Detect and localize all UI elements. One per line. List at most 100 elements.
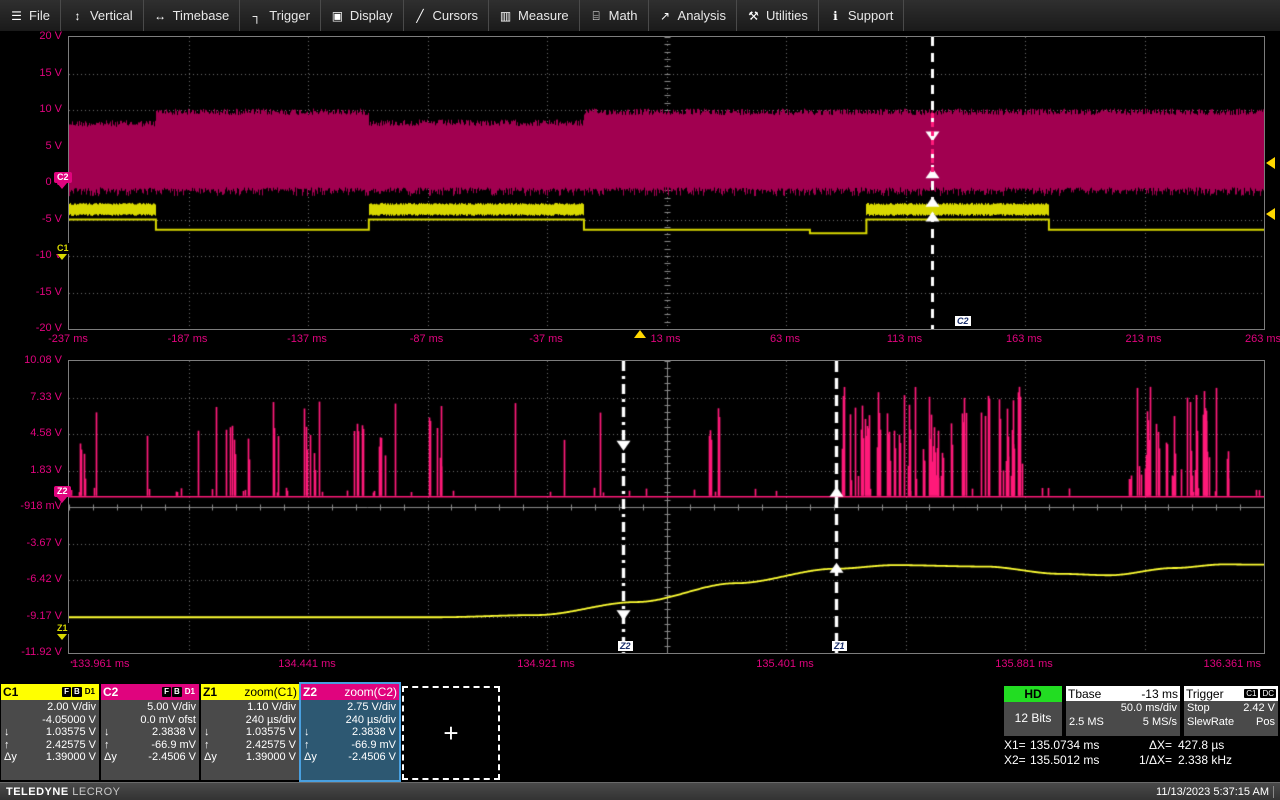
descriptor-line: ↓ 1.03575 V <box>4 726 96 739</box>
zoom-range-start-arrow: ← <box>68 653 80 667</box>
add-trace-button[interactable]: + <box>402 686 500 780</box>
x1-label: X1= <box>1004 738 1026 752</box>
descriptor-line: 240 µs/div <box>304 714 396 727</box>
descriptor-line-value: 1.03575 V <box>45 726 96 738</box>
upper-x-axis-label: -137 ms <box>287 333 327 345</box>
channel-marker-c1[interactable]: C1 <box>54 243 72 254</box>
lower-y-axis-label: -3.67 V <box>26 536 62 549</box>
upper-x-axis-label: 63 ms <box>770 333 800 345</box>
descriptor-line-label <box>104 714 116 727</box>
lower-x-axis-label: 136.361 ms <box>1203 658 1261 670</box>
descriptor-line-value: -2.4506 V <box>348 751 396 763</box>
descriptor-line-value: 240 µs/div <box>245 713 296 726</box>
zoom-marker-z1[interactable]: Z1 <box>54 623 71 634</box>
upper-y-axis-label: -5 V <box>41 212 62 225</box>
descriptor-line-label: Δy <box>104 751 117 763</box>
lower-cursor-tag-z2[interactable]: Z2 <box>618 641 633 651</box>
trigger-state: Stop <box>1187 702 1210 714</box>
descriptor-line: Δy 1.39000 V <box>204 751 296 764</box>
descriptor-title: C2 <box>103 685 119 699</box>
descriptor-line-label: ↑ <box>104 738 110 751</box>
descriptor-line: Δy -2.4506 V <box>304 751 396 764</box>
x2-value: 135.5012 ms <box>1030 753 1100 767</box>
brand-logo: TELEDYNE LECROY <box>6 786 121 798</box>
brand-teledyne: TELEDYNE <box>6 785 69 798</box>
brand-lecroy: LECROY <box>72 785 121 798</box>
lower-x-axis-label: 133.961 ms <box>72 658 130 670</box>
trigger-position-marker[interactable] <box>634 330 646 338</box>
upper-x-axis-label: -237 ms <box>48 333 88 345</box>
descriptor-header: Z1 zoom(C1) <box>201 684 299 700</box>
zoom-marker-z2[interactable]: Z2 <box>54 486 71 497</box>
descriptor-line: ↓ 1.03575 V <box>204 726 296 739</box>
descriptor-badge: B <box>71 687 82 697</box>
timebase-box[interactable]: Tbase -13 ms 50.0 ms/div 2.5 MS 5 MS/s <box>1066 686 1180 736</box>
descriptor-z2[interactable]: Z2 zoom(C2) 2.75 V/div 240 µs/div ↓ 2.3838 V ↑… <box>299 682 401 782</box>
descriptor-line: ↑ -66.9 mV <box>304 739 396 752</box>
lower-y-axis-label: 4.58 V <box>30 427 62 439</box>
descriptor-line-value: 1.10 V/div <box>247 701 296 713</box>
descriptor-line-label: ↑ <box>304 738 310 751</box>
descriptor-line-value: -66.9 mV <box>351 738 396 751</box>
descriptor-subtitle: zoom(C1) <box>244 685 297 699</box>
trigger-box[interactable]: Trigger C1 DC Stop 2.42 V SlewRate Pos <box>1184 686 1278 736</box>
descriptor-body: 1.10 V/div 240 µs/div ↓ 1.03575 V ↑ 2.42575 V… <box>201 700 299 764</box>
right-edge-level-marker-2[interactable] <box>1266 208 1275 220</box>
descriptor-line-value: 2.42575 V <box>245 738 296 751</box>
descriptor-line-label: Δy <box>4 751 17 763</box>
descriptor-c2[interactable]: C2 F B D1 5.00 V/div 0.0 mV ofst ↓ 2.3838 V ↑ -66… <box>101 684 199 780</box>
timebase-scale: 50.0 ms/div <box>1120 702 1177 714</box>
descriptor-line-value: 2.3838 V <box>351 726 396 738</box>
upper-x-axis-label: 263 ms <box>1244 333 1280 345</box>
lower-cursor-tag-z1[interactable]: Z1 <box>832 641 847 651</box>
descriptor-line-value: 2.75 V/div <box>347 701 396 713</box>
z1-ground-marker <box>57 634 67 640</box>
timebase-delay: -13 ms <box>1141 686 1178 701</box>
upper-x-axis-label: 13 ms <box>650 333 681 345</box>
trigger-coupling-badge: DC <box>1260 689 1276 698</box>
lower-y-axis-label: -6.42 V <box>26 573 62 585</box>
descriptor-line-label: ↓ <box>204 726 210 738</box>
descriptor-c1[interactable]: C1 F B D1 2.00 V/div -4.05000 V ↓ 1.03575 V ↑ 2.4… <box>1 684 99 780</box>
trigger-type: SlewRate <box>1187 716 1235 728</box>
descriptor-line-label <box>204 714 216 727</box>
descriptor-title: C1 <box>3 685 19 699</box>
timebase-sample-rate: 5 MS/s <box>1142 716 1177 728</box>
descriptor-z1[interactable]: Z1 zoom(C1) 1.10 V/div 240 µs/div ↓ 1.03575 V… <box>201 684 299 780</box>
descriptor-line-value: -66.9 mV <box>151 738 196 751</box>
descriptor-badges: F B D1 <box>62 687 97 697</box>
descriptor-line-value: -2.4506 V <box>148 751 196 763</box>
descriptor-line-value: 2.00 V/div <box>47 701 96 713</box>
descriptor-title: Z1 <box>203 685 218 699</box>
descriptor-line-label: ↑ <box>204 738 210 751</box>
descriptor-line-value: 2.3838 V <box>151 726 196 738</box>
descriptor-line-label <box>304 701 316 714</box>
trigger-source-badge: C1 <box>1244 689 1259 698</box>
descriptor-line: ↑ -66.9 mV <box>104 739 196 752</box>
clock-label: 11/13/2023 5:37:15 AM <box>1156 785 1274 798</box>
hd-mode-box[interactable]: HD 12 Bits <box>1004 686 1062 736</box>
channel-marker-c2[interactable]: C2 <box>54 172 72 183</box>
descriptor-line-label: ↓ <box>4 726 10 738</box>
upper-x-axis-label: 163 ms <box>1005 333 1043 345</box>
descriptor-body: 2.00 V/div -4.05000 V ↓ 1.03575 V ↑ 2.42575 V… <box>1 700 99 764</box>
upper-x-axis-label: 213 ms <box>1125 333 1162 345</box>
upper-y-axis-label: -15 V <box>35 285 62 298</box>
descriptor-line: 0.0 mV ofst <box>104 714 196 727</box>
descriptor-line-value: 240 µs/div <box>345 713 396 726</box>
upper-x-axis-label: -187 ms <box>167 333 208 345</box>
descriptor-line-value: 5.00 V/div <box>147 701 196 713</box>
lower-x-axis-label: 135.881 ms <box>995 658 1053 670</box>
timebase-title: Tbase <box>1068 686 1102 701</box>
descriptor-badge: D1 <box>82 687 97 697</box>
descriptor-line-label <box>304 714 316 727</box>
right-edge-level-marker-1[interactable] <box>1266 157 1275 169</box>
descriptor-line-value: 2.42575 V <box>45 738 96 751</box>
dx-label: ΔX= <box>1148 738 1172 752</box>
zoom-waveform-grid[interactable] <box>68 360 1265 654</box>
lower-y-axis-label: -11.92 V <box>21 646 62 658</box>
descriptor-line: Δy -2.4506 V <box>104 751 196 764</box>
upper-cursor-tag-c2[interactable]: C2 <box>955 316 971 326</box>
descriptor-line-value: -4.05000 V <box>42 713 96 726</box>
descriptor-line-label: Δy <box>204 751 217 763</box>
